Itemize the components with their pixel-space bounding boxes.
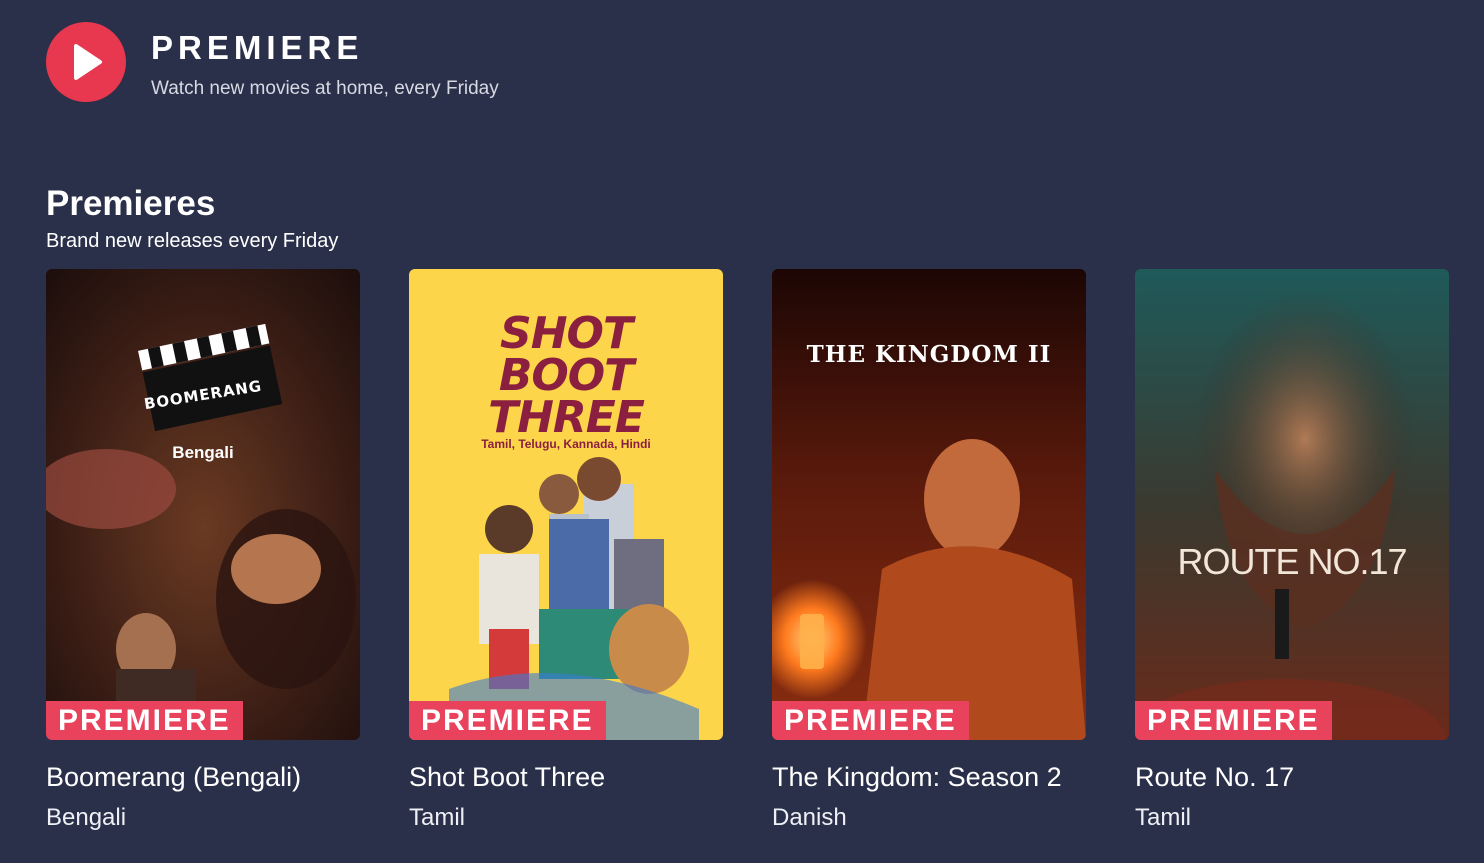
poster-title-line-1: SHOT [500,308,633,359]
section-title: Premieres [46,184,216,223]
premiere-badge: PREMIERE [772,701,969,740]
premiere-badge: PREMIERE [1135,701,1332,740]
poster-art-boomerang [46,269,360,740]
poster-title: THE KINGDOM II [806,341,1052,368]
movie-poster[interactable]: THE KINGDOM II PREMIERE [772,269,1086,740]
movie-grid: BOOMERANG Bengali PREMIERE Boomerang (Be… [46,269,1449,832]
movie-title[interactable]: Boomerang (Bengali) [46,762,360,792]
movie-poster[interactable]: SHOT BOOT THREE Tamil, Telugu, Kannada, … [409,269,723,740]
movie-title[interactable]: The Kingdom: Season 2 [772,762,1086,792]
movie-card-boomerang[interactable]: BOOMERANG Bengali PREMIERE Boomerang (Be… [46,269,360,832]
movie-title[interactable]: Shot Boot Three [409,762,723,792]
poster-title: SHOT BOOT THREE [409,308,723,443]
movie-language: Bengali [46,804,127,831]
premiere-badge: PREMIERE [46,701,243,740]
poster-subtitle: Tamil, Telugu, Kannada, Hindi [481,437,651,451]
premiere-badge: PREMIERE [409,701,606,740]
movie-language: Tamil [1135,804,1192,831]
app-header: PREMIERE Watch new movies at home, every… [46,22,499,102]
movie-title[interactable]: Route No. 17 [1135,762,1449,792]
poster-subtitle: Bengali [172,443,234,462]
section-subtitle: Brand new releases every Friday [46,230,339,252]
play-icon[interactable] [46,22,126,102]
movie-language: Tamil [409,804,466,831]
poster-title-line-2: BOOT [498,350,634,401]
movie-language: Danish [772,804,847,831]
brand: PREMIERE Watch new movies at home, every… [151,25,499,100]
movie-card-route-no-17[interactable]: ROUTE NO.17 PREMIERE Route No. 17 Tamil [1135,269,1449,832]
poster-art-route-no-17 [1135,269,1449,740]
movie-card-shot-boot-three[interactable]: SHOT BOOT THREE Tamil, Telugu, Kannada, … [409,269,723,832]
brand-tagline: Watch new movies at home, every Friday [151,77,499,99]
movie-poster[interactable]: ROUTE NO.17 PREMIERE [1135,269,1449,740]
movie-card-the-kingdom[interactable]: THE KINGDOM II PREMIERE The Kingdom: Sea… [772,269,1086,832]
poster-title-line-3: THREE [488,392,645,443]
movie-poster[interactable]: BOOMERANG Bengali PREMIERE [46,269,360,740]
brand-title: PREMIERE [151,28,364,66]
poster-title: ROUTE NO.17 [1177,541,1407,582]
poster-art-the-kingdom [772,269,1086,740]
